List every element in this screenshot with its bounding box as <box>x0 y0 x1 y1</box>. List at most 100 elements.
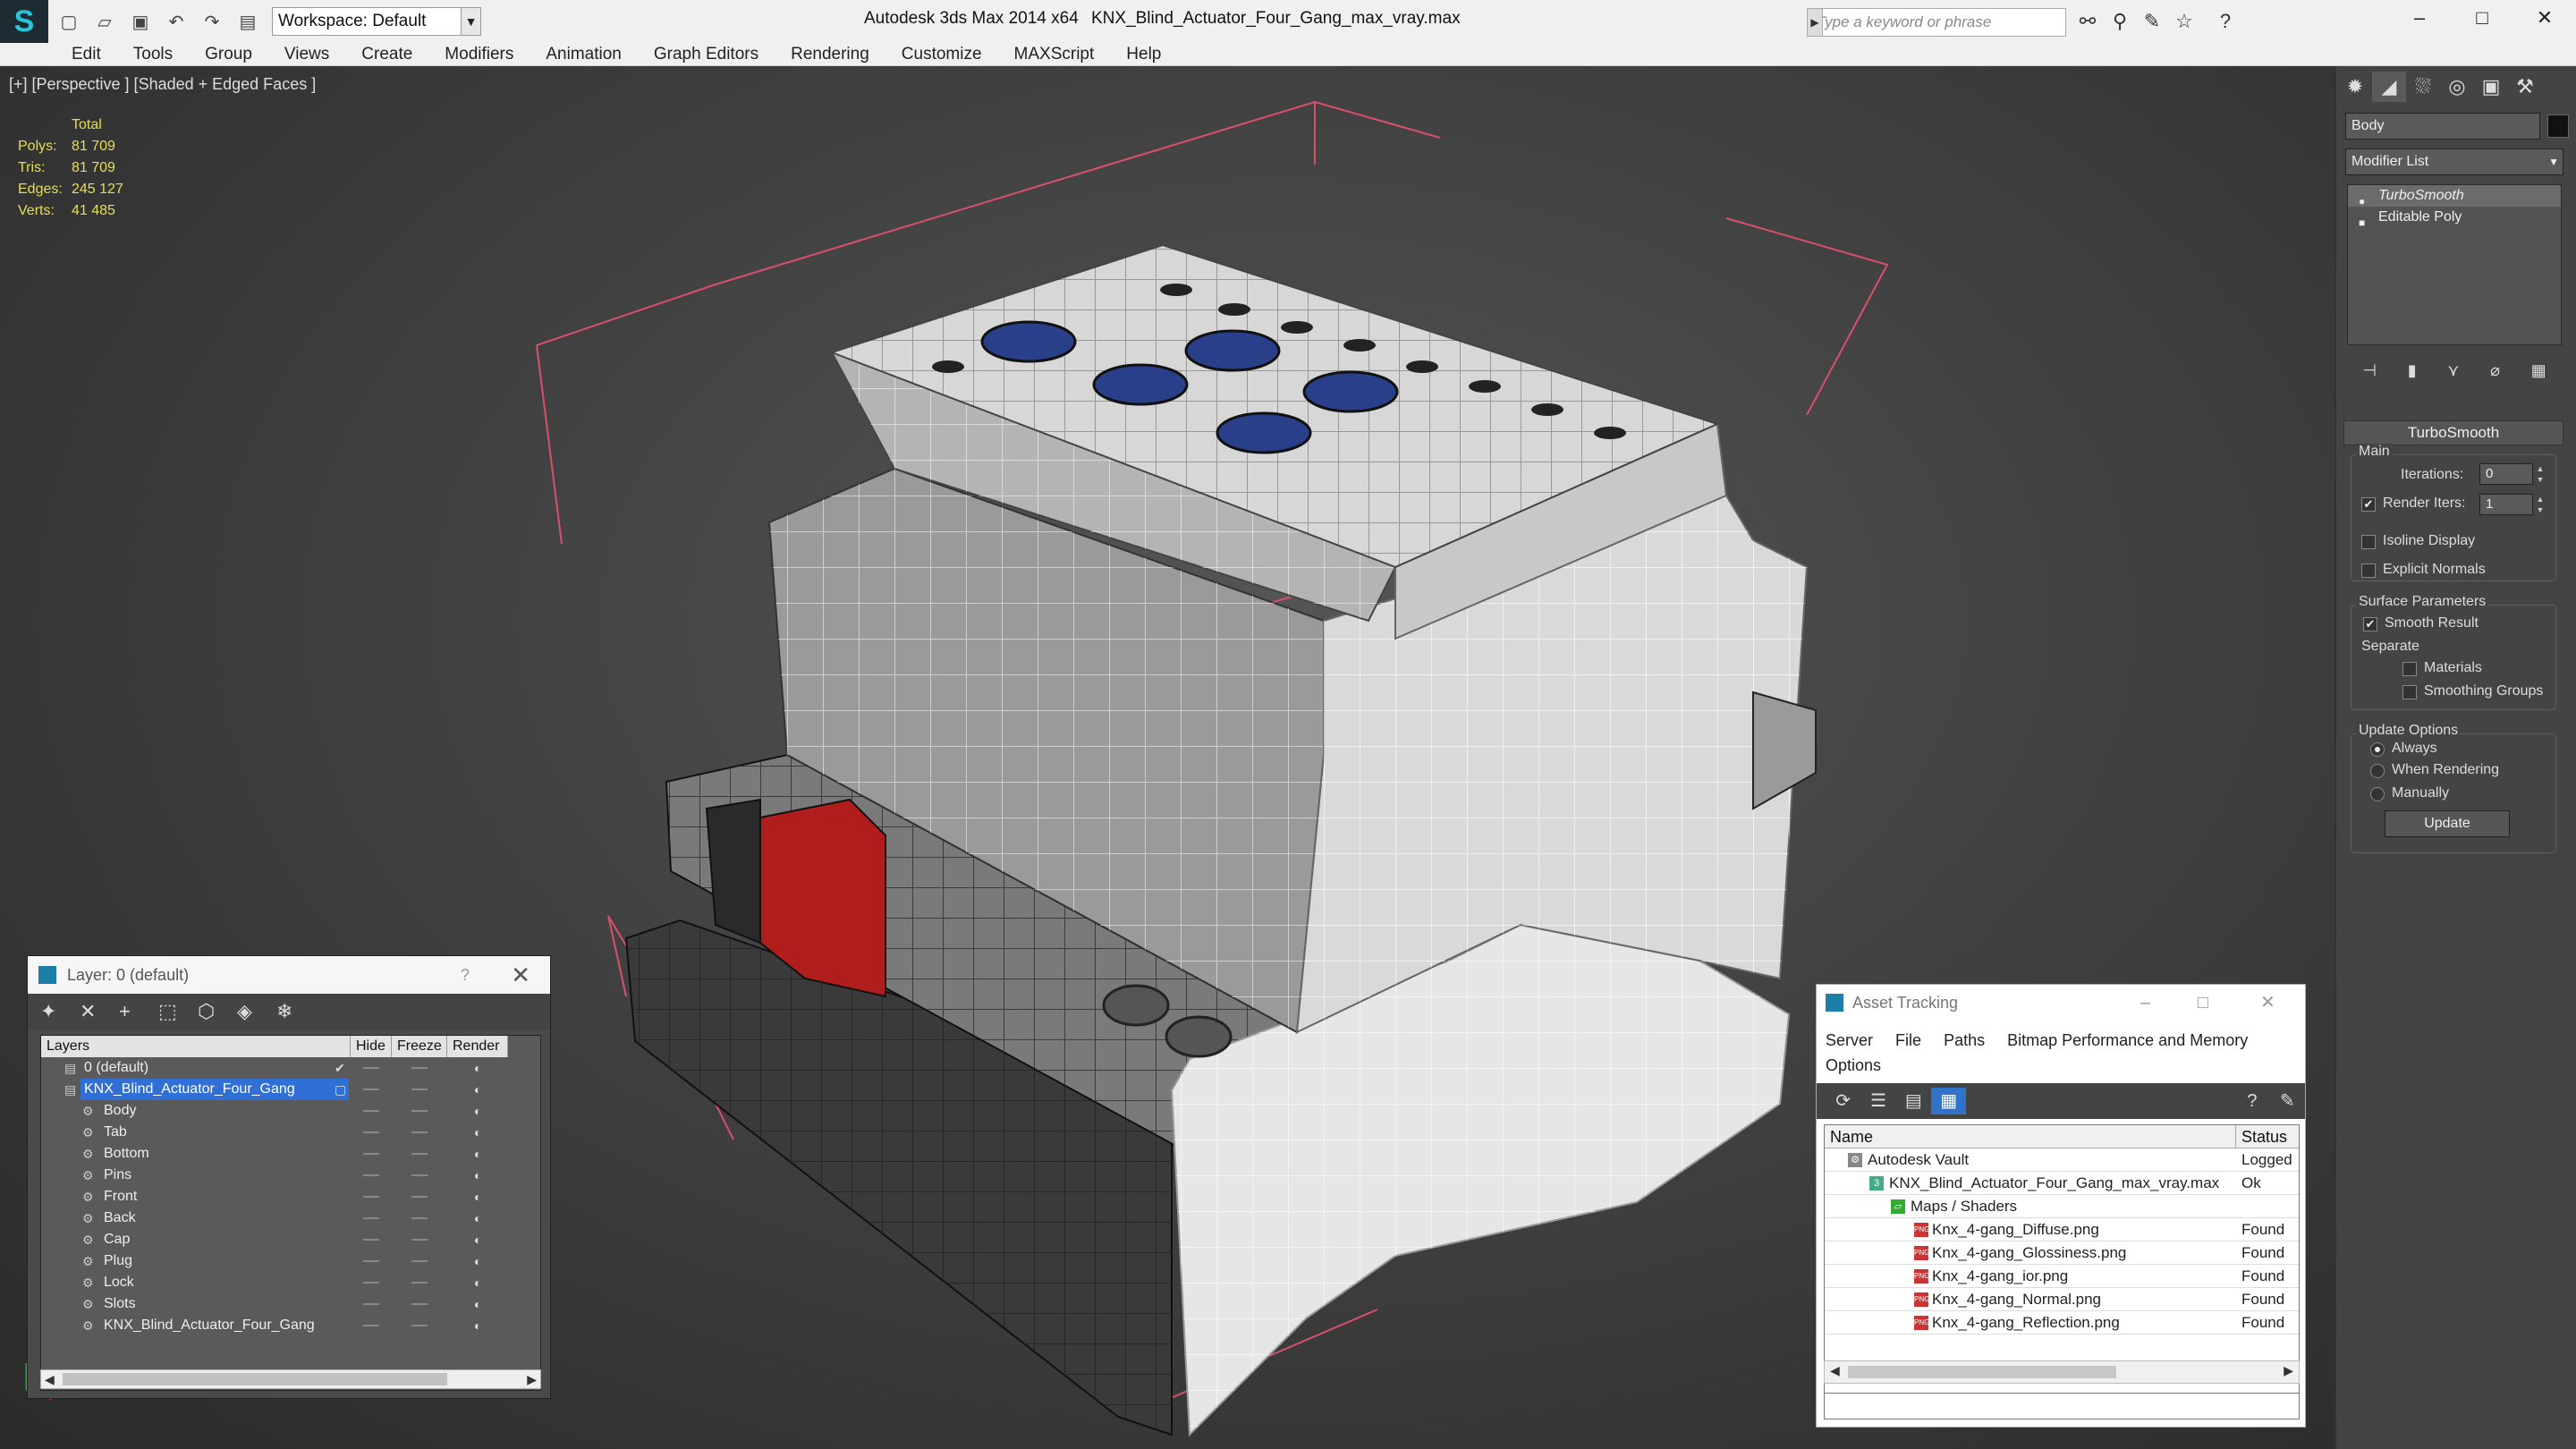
asset-row[interactable]: PNG Knx_4-gang_Reflection.png Found <box>1825 1311 2299 1335</box>
create-tab-icon[interactable]: ✹ <box>2338 72 2372 102</box>
search-expand-icon[interactable]: ▶ <box>1807 8 1823 37</box>
layer-row[interactable]: ⚙ Cap ◐ <box>41 1229 540 1250</box>
menu-edit[interactable]: Edit <box>72 45 101 64</box>
asset-close-icon[interactable]: ✕ <box>2260 985 2275 1021</box>
smoothing-groups-checkbox[interactable] <box>2402 685 2417 699</box>
menu-tools[interactable]: Tools <box>133 45 173 64</box>
asset-path-field[interactable] <box>1824 1393 2300 1419</box>
open-file-icon[interactable]: ▱ <box>89 6 120 37</box>
asset-row[interactable]: ▱ Maps / Shaders <box>1825 1195 2299 1218</box>
add-to-layer-icon[interactable]: + <box>119 1000 158 1023</box>
smooth-result-checkbox[interactable]: ✔ <box>2363 617 2377 631</box>
hide-unhide-layers-icon[interactable]: ◈ <box>237 1000 276 1023</box>
render-teapot-icon[interactable]: ◐ <box>474 1100 481 1122</box>
asset-help-icon[interactable]: ? <box>2234 1088 2269 1114</box>
redo-icon[interactable]: ↷ <box>197 6 227 37</box>
layer-active-box-icon[interactable]: ▢ <box>335 1079 346 1100</box>
render-teapot-icon[interactable]: ◐ <box>474 1272 481 1293</box>
menu-create[interactable]: Create <box>361 45 412 64</box>
menu-rendering[interactable]: Rendering <box>791 45 869 64</box>
workspace-dropdown-arrow-icon[interactable]: ▼ <box>462 7 481 36</box>
iterations-spinner[interactable]: 0 <box>2479 463 2533 485</box>
workspace-dropdown[interactable]: Workspace: Default <box>272 7 462 36</box>
layer-row[interactable]: ⚙ Plug ◐ <box>41 1250 540 1272</box>
asset-menu-bitmap-performance[interactable]: Bitmap Performance and Memory <box>2007 1031 2248 1049</box>
delete-layer-icon[interactable]: ✕ <box>80 1000 119 1023</box>
asset-row[interactable]: PNG Knx_4-gang_Glossiness.png Found <box>1825 1241 2299 1265</box>
col-freeze[interactable]: Freeze <box>392 1036 447 1057</box>
make-unique-icon[interactable]: ⋎ <box>2447 361 2459 380</box>
render-iters-checkbox[interactable]: ✔ <box>2361 497 2376 512</box>
scroll-right-icon[interactable]: ▶ <box>2284 1363 2293 1378</box>
menu-maxscript[interactable]: MAXScript <box>1014 45 1095 64</box>
search-input[interactable]: Type a keyword or phrase <box>1807 8 2066 37</box>
render-teapot-icon[interactable]: ◐ <box>474 1143 481 1165</box>
iterations-spinner-arrows-icon[interactable]: ▲ ▼ <box>2533 463 2547 485</box>
col-status[interactable]: Status <box>2236 1125 2299 1148</box>
asset-row[interactable]: PNG Knx_4-gang_ior.png Found <box>1825 1265 2299 1288</box>
select-objects-icon[interactable]: ⬚ <box>158 1000 198 1023</box>
asset-row[interactable]: 3 KNX_Blind_Actuator_Four_Gang_max_vray.m… <box>1825 1172 2299 1195</box>
viewport-label[interactable]: [+] [Perspective ] [Shaded + Edged Faces… <box>9 75 316 94</box>
freeze-unfreeze-layers-icon[interactable]: ❄ <box>276 1000 316 1023</box>
scroll-right-icon[interactable]: ▶ <box>527 1370 537 1388</box>
render-iters-spinner[interactable]: 1 <box>2479 494 2533 515</box>
asset-menu-paths[interactable]: Paths <box>1944 1031 1985 1049</box>
object-name-field[interactable]: Body <box>2345 113 2540 140</box>
modifier-list-dropdown[interactable]: Modifier List ▼ <box>2345 148 2563 175</box>
display-tab-icon[interactable]: ▣ <box>2474 72 2508 102</box>
layer-help-icon[interactable]: ? <box>461 956 470 994</box>
layer-row[interactable]: ⚙ Slots ◐ <box>41 1293 540 1315</box>
highlight-selected-icon[interactable]: ⬡ <box>198 1000 237 1023</box>
new-file-icon[interactable]: ▢ <box>54 6 84 37</box>
layer-row[interactable]: ▤ KNX_Blind_Actuator_Four_Gang ▢ ◐ <box>41 1079 540 1100</box>
stack-item-turbosmooth[interactable]: ● TurboSmooth <box>2348 185 2561 208</box>
favorites-star-icon[interactable]: ☆ <box>2170 8 2199 35</box>
asset-row[interactable]: PNG Knx_4-gang_Diffuse.png Found <box>1825 1218 2299 1241</box>
render-teapot-icon[interactable]: ◐ <box>474 1250 481 1272</box>
menu-customize[interactable]: Customize <box>902 45 982 64</box>
table-view-icon[interactable]: ▦ <box>1930 1088 1967 1114</box>
subscription-icon[interactable]: ⚲ <box>2106 8 2134 35</box>
scrollbar-thumb[interactable] <box>1848 1366 2116 1378</box>
render-teapot-icon[interactable]: ◐ <box>474 1057 481 1079</box>
expand-plus-icon[interactable]: ■ <box>2359 212 2365 233</box>
layer-row[interactable]: ⚙ Pins ◐ <box>41 1165 540 1186</box>
pin-stack-icon[interactable]: ⊣ <box>2362 361 2377 380</box>
communication-icon[interactable]: ✎ <box>2138 8 2166 35</box>
render-iters-spinner-arrows-icon[interactable]: ▲ ▼ <box>2533 494 2547 515</box>
project-folder-icon[interactable]: ▤ <box>233 6 263 37</box>
menu-graph-editors[interactable]: Graph Editors <box>654 45 758 64</box>
render-teapot-icon[interactable]: ◐ <box>474 1186 481 1208</box>
help-icon[interactable]: ? <box>2211 8 2240 35</box>
render-teapot-icon[interactable]: ◐ <box>474 1208 481 1229</box>
layer-row[interactable]: ⚙ Bottom ◐ <box>41 1143 540 1165</box>
asset-minimize-icon[interactable]: – <box>2140 985 2150 1021</box>
col-layers[interactable]: Layers <box>41 1036 351 1057</box>
hierarchy-tab-icon[interactable]: ⛆ <box>2406 72 2440 102</box>
asset-maximize-icon[interactable]: □ <box>2198 985 2208 1021</box>
modify-tab-icon[interactable]: ◢ <box>2372 72 2406 102</box>
motion-tab-icon[interactable]: ◎ <box>2440 72 2474 102</box>
menu-modifiers[interactable]: Modifiers <box>445 45 513 64</box>
asset-menu-file[interactable]: File <box>1895 1031 1921 1049</box>
configure-sets-icon[interactable]: ▦ <box>2531 361 2546 380</box>
layer-row[interactable]: ⚙ Lock ◐ <box>41 1272 540 1293</box>
render-teapot-icon[interactable]: ◐ <box>474 1229 481 1250</box>
col-hide[interactable]: Hide <box>351 1036 392 1057</box>
always-radio[interactable] <box>2370 742 2385 757</box>
show-end-result-icon[interactable]: ▮ <box>2408 361 2417 380</box>
turbosmooth-rollout-header[interactable]: TurboSmooth <box>2343 420 2563 445</box>
layer-row[interactable]: ▤ 0 (default) ✔ ◐ <box>41 1057 540 1079</box>
list-view-icon[interactable]: ☰ <box>1860 1088 1895 1114</box>
undo-icon[interactable]: ↶ <box>161 6 191 37</box>
layer-row[interactable]: ⚙ KNX_Blind_Actuator_Four_Gang ◐ <box>41 1315 540 1336</box>
render-teapot-icon[interactable]: ◐ <box>474 1079 481 1100</box>
stack-item-editable-poly[interactable]: ■ Editable Poly <box>2348 207 2561 229</box>
layer-row[interactable]: ⚙ Tab ◐ <box>41 1122 540 1143</box>
refresh-icon[interactable]: ⟳ <box>1826 1088 1860 1114</box>
save-file-icon[interactable]: ▣ <box>125 6 156 37</box>
layer-dialog-titlebar[interactable]: Layer: 0 (default) ? ✕ <box>28 956 550 994</box>
thumbnail-view-icon[interactable]: ▤ <box>1896 1088 1931 1114</box>
layer-row[interactable]: ⚙ Front ◐ <box>41 1186 540 1208</box>
